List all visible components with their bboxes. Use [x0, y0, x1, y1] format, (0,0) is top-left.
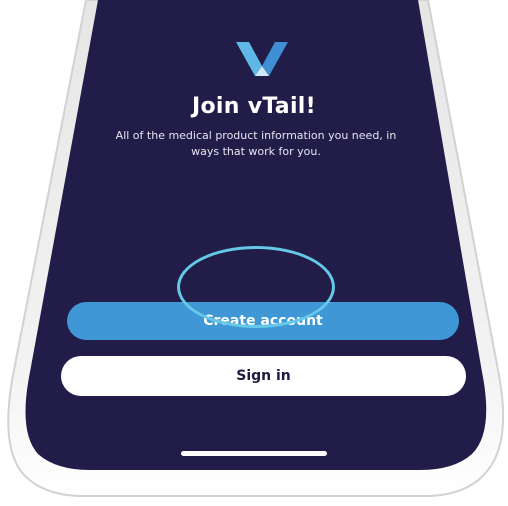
create-account-button[interactable]: Create account: [67, 302, 459, 340]
home-indicator[interactable]: [181, 451, 327, 456]
sign-in-button[interactable]: Sign in: [61, 356, 466, 396]
page-title: Join vTail!: [192, 94, 316, 119]
create-account-label: Create account: [203, 313, 323, 329]
vtail-logo-icon: [236, 42, 288, 76]
app-screenshot: Join vTail! All of the medical product i…: [0, 0, 508, 506]
sign-in-label: Sign in: [236, 368, 291, 384]
page-subtitle: All of the medical product information y…: [115, 129, 397, 158]
